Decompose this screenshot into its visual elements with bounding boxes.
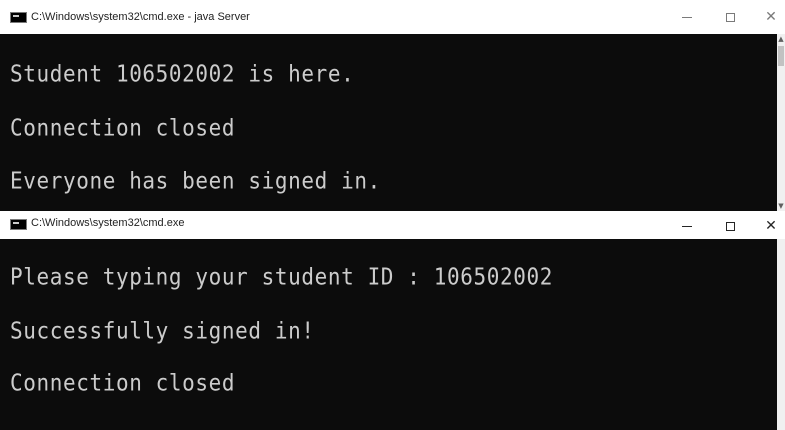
maximize-icon bbox=[725, 12, 735, 22]
scrollbar-thumb[interactable] bbox=[778, 46, 784, 66]
client-window-title: C:\Windows\system32\cmd.exe bbox=[31, 217, 185, 229]
cmd-app-icon[interactable] bbox=[10, 219, 27, 230]
maximize-button[interactable] bbox=[711, 213, 749, 239]
cmd-app-icon[interactable] bbox=[10, 12, 27, 23]
server-window-titlebar[interactable]: C:\Windows\system32\cmd.exe - java Serve… bbox=[0, 0, 785, 34]
console-line: Everyone has been signed in. bbox=[10, 167, 381, 194]
scroll-down-arrow-icon[interactable]: ▼ bbox=[777, 201, 785, 211]
scroll-up-arrow-icon[interactable]: ▲ bbox=[777, 34, 785, 44]
maximize-icon bbox=[725, 221, 735, 231]
close-button[interactable]: ✕ bbox=[752, 0, 785, 34]
client-window-titlebar[interactable]: C:\Windows\system32\cmd.exe ✕ bbox=[0, 213, 785, 239]
minimize-button[interactable] bbox=[668, 0, 706, 34]
close-icon: ✕ bbox=[765, 9, 777, 25]
client-console-window: C:\Windows\system32\cmd.exe ✕ Please typ… bbox=[0, 213, 785, 430]
server-console-output[interactable]: Student 106502002 is here. Connection cl… bbox=[0, 34, 777, 211]
console-line: Connection closed bbox=[10, 114, 236, 141]
minimize-button[interactable] bbox=[668, 213, 706, 239]
minimize-icon bbox=[682, 16, 692, 18]
maximize-button[interactable] bbox=[711, 0, 749, 34]
console-line: Connection closed bbox=[10, 369, 236, 396]
client-console-output[interactable]: Please typing your student ID : 10650200… bbox=[0, 239, 777, 430]
server-window-title: C:\Windows\system32\cmd.exe - java Serve… bbox=[31, 11, 250, 23]
vertical-scrollbar[interactable]: ▲ ▼ bbox=[777, 34, 785, 211]
console-line: Please typing your student ID : 10650200… bbox=[10, 263, 553, 290]
console-line: Student 106502002 is here. bbox=[10, 60, 355, 87]
console-line: Successfully signed in! bbox=[10, 317, 315, 344]
vertical-scrollbar[interactable] bbox=[777, 239, 785, 430]
minimize-icon bbox=[682, 225, 692, 227]
close-button[interactable]: ✕ bbox=[752, 213, 785, 239]
server-console-window: C:\Windows\system32\cmd.exe - java Serve… bbox=[0, 0, 785, 211]
close-icon: ✕ bbox=[765, 218, 777, 234]
